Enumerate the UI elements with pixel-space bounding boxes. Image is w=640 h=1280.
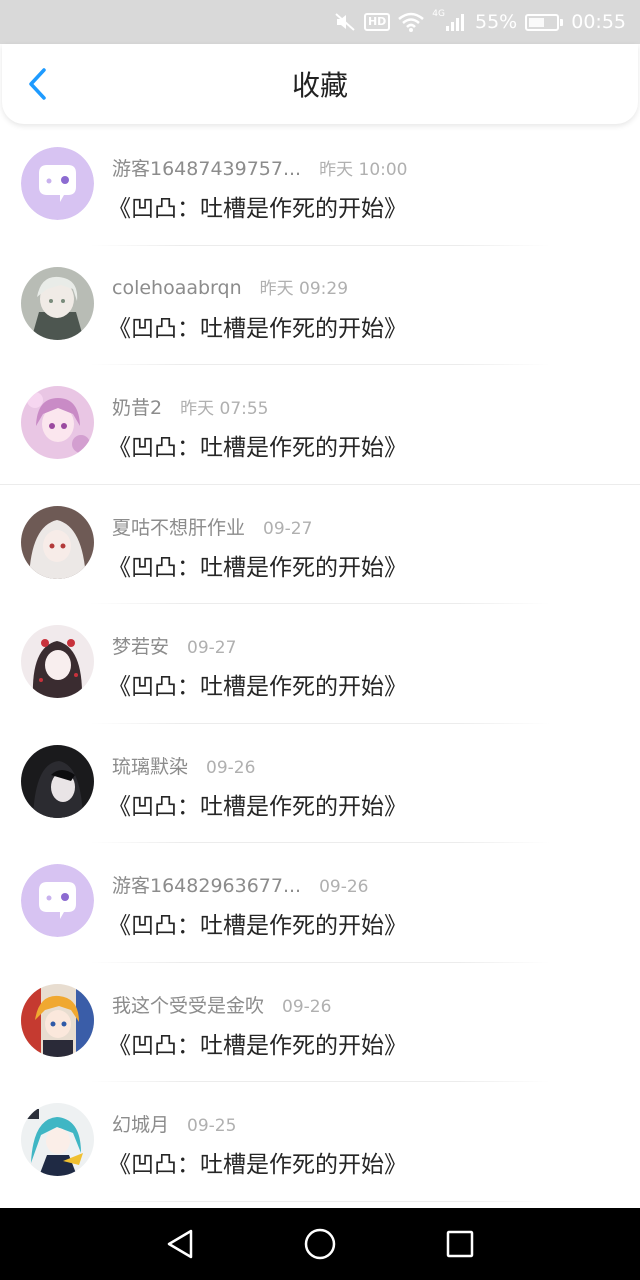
signal-icon: 4G [432, 9, 467, 32]
battery-icon [525, 13, 564, 31]
recents-square-icon [446, 1230, 474, 1258]
list-item[interactable]: 夏咕不想肝作业 09-27 《凹凸：吐槽是作死的开始》 [0, 485, 640, 604]
timestamp: 09-27 [187, 638, 237, 658]
avatar[interactable] [21, 147, 94, 220]
timestamp: 昨天 09:29 [259, 278, 349, 299]
item-meta: 游客16487439757... 昨天 10:00 [112, 154, 408, 181]
network-type: 4G [432, 9, 445, 19]
back-triangle-icon [167, 1229, 193, 1259]
avatar[interactable] [21, 386, 94, 459]
timestamp: 09-26 [206, 757, 256, 778]
item-meta: 夏咕不想肝作业 09-27 [112, 513, 312, 540]
item-title[interactable]: 《凹凸：吐槽是作死的开始》 [108, 1145, 407, 1179]
list-item[interactable]: 梦若安 09-27 《凹凸：吐槽是作死的开始》 [0, 604, 640, 724]
timestamp: 09-27 [263, 518, 313, 539]
item-title[interactable]: 《凹凸：吐槽是作死的开始》 [108, 787, 407, 821]
nav-home-button[interactable] [290, 1214, 350, 1274]
list-item[interactable]: 游客16487439757... 昨天 10:00 《凹凸：吐槽是作死的开始》 [0, 126, 640, 246]
item-meta: colehoaabrqn 昨天 09:29 [112, 274, 348, 299]
item-meta: 梦若安 09-27 [112, 632, 236, 659]
nav-back-button[interactable] [150, 1214, 210, 1274]
home-circle-icon [304, 1228, 336, 1260]
item-title[interactable]: 《凹凸：吐槽是作死的开始》 [108, 667, 407, 701]
list-item[interactable]: 我这个受受是金吹 09-26 《凹凸：吐槽是作死的开始》 [0, 963, 640, 1082]
item-title[interactable]: 《凹凸：吐槽是作死的开始》 [108, 309, 407, 343]
list-item[interactable]: 幻城月 09-25 《凹凸：吐槽是作死的开始》 [0, 1082, 640, 1202]
username[interactable]: 梦若安 [112, 632, 169, 659]
item-meta: 游客16482963677... 09-26 [112, 871, 369, 898]
favorites-list: 游客16487439757... 昨天 10:00 《凹凸：吐槽是作死的开始》 col… [0, 126, 640, 1202]
mute-icon [334, 12, 356, 32]
username[interactable]: 游客16487439757... [112, 154, 301, 181]
clock: 00:55 [571, 11, 626, 33]
timestamp: 09-26 [282, 996, 332, 1017]
wifi-icon [398, 12, 425, 32]
username[interactable]: 游客16482963677... [112, 871, 301, 898]
hd-icon: HD [363, 13, 391, 31]
timestamp: 昨天 10:00 [319, 160, 408, 180]
item-title[interactable]: 《凹凸：吐槽是作死的开始》 [108, 1026, 407, 1060]
avatar[interactable] [21, 1103, 94, 1176]
item-title[interactable]: 《凹凸：吐槽是作死的开始》 [108, 428, 407, 462]
avatar[interactable] [21, 505, 94, 579]
username[interactable]: colehoaabrqn [112, 277, 242, 299]
avatar[interactable] [21, 983, 94, 1057]
item-meta: 我这个受受是金吹 09-26 [112, 991, 331, 1018]
page-title: 收藏 [291, 69, 348, 102]
item-title[interactable]: 《凹凸：吐槽是作死的开始》 [108, 189, 407, 223]
list-item[interactable]: 奶昔2 昨天 07:55 《凹凸：吐槽是作死的开始》 [0, 365, 640, 485]
system-nav-bar [0, 1208, 640, 1280]
avatar[interactable] [21, 744, 94, 818]
item-meta: 幻城月 09-25 [112, 1110, 236, 1137]
timestamp: 昨天 07:55 [180, 399, 269, 419]
avatar[interactable] [21, 864, 94, 937]
item-title[interactable]: 《凹凸：吐槽是作死的开始》 [108, 906, 407, 940]
nav-recents-button[interactable] [430, 1214, 490, 1274]
avatar[interactable] [21, 625, 94, 698]
divider [90, 1200, 550, 1202]
item-meta: 奶昔2 昨天 07:55 [112, 393, 269, 420]
timestamp: 09-25 [187, 1116, 237, 1136]
username[interactable]: 我这个受受是金吹 [112, 991, 264, 1018]
status-bar: HD 4G 55% 00:55 [0, 0, 640, 44]
timestamp: 09-26 [319, 877, 369, 897]
list-item[interactable]: colehoaabrqn 昨天 09:29 《凹凸：吐槽是作死的开始》 [0, 246, 640, 365]
battery-percent: 55% [475, 11, 518, 33]
header: 收藏 [2, 44, 638, 124]
list-item[interactable]: 游客16482963677... 09-26 《凹凸：吐槽是作死的开始》 [0, 843, 640, 963]
item-title[interactable]: 《凹凸：吐槽是作死的开始》 [108, 548, 407, 582]
username[interactable]: 琉璃默染 [112, 752, 188, 779]
list-item[interactable]: 琉璃默染 09-26 《凹凸：吐槽是作死的开始》 [0, 724, 640, 843]
username[interactable]: 夏咕不想肝作业 [112, 513, 245, 540]
username[interactable]: 幻城月 [112, 1110, 169, 1137]
avatar[interactable] [21, 266, 94, 340]
username[interactable]: 奶昔2 [112, 393, 162, 420]
item-meta: 琉璃默染 09-26 [112, 752, 255, 779]
